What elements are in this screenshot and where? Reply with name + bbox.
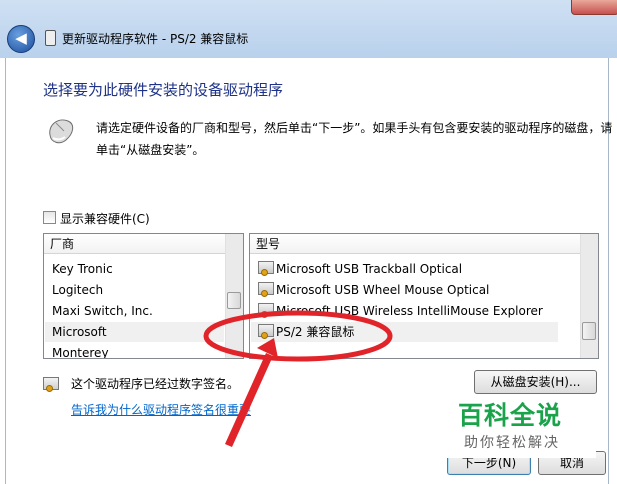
pointer-arrow	[225, 353, 273, 447]
red-annotation	[203, 310, 393, 447]
highlight-ellipse	[203, 310, 393, 362]
